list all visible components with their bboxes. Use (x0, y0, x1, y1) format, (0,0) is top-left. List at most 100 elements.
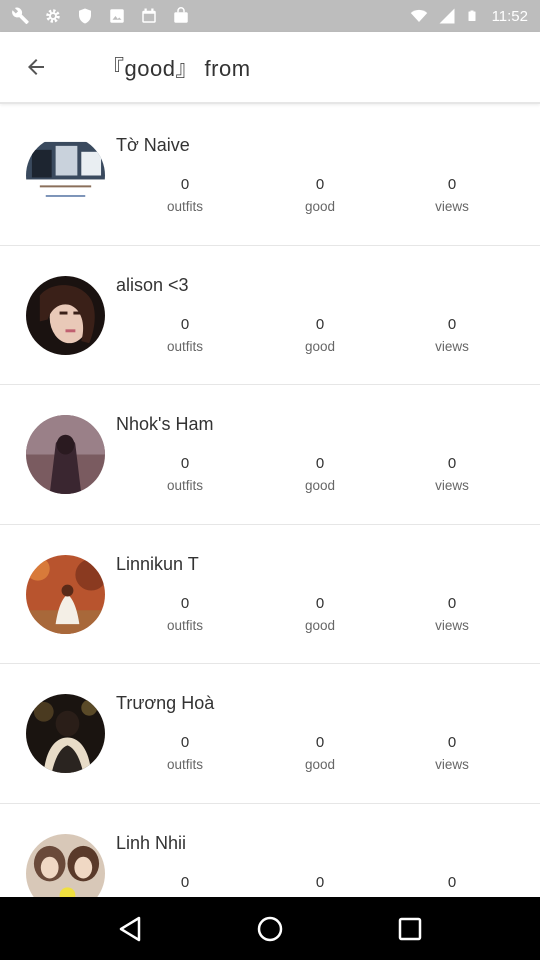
good-count: 0 (315, 315, 325, 333)
user-list: Tờ Naive 0 outfits 0 good 0 views alison <3… (0, 106, 540, 897)
views-stat: 0 views (412, 176, 492, 216)
outfits-stat: 0 outfits (145, 316, 225, 356)
outfits-count: 0 (180, 734, 190, 751)
good-count: 0 (315, 176, 325, 193)
good-stat: 0 (280, 874, 360, 892)
outfits-label: outfits (166, 757, 204, 772)
outfits-count: 0 (180, 594, 190, 612)
avatar-image (26, 415, 105, 494)
user-name[interactable]: alison <3 (116, 275, 189, 296)
outfits-label: outfits (166, 478, 204, 493)
user-list-item[interactable]: Tờ Naive 0 outfits 0 good 0 views (0, 106, 540, 246)
status-time: 11:52 (491, 7, 528, 25)
wrench-icon (12, 7, 29, 25)
avatar-image (26, 694, 105, 773)
views-count: 0 (447, 873, 457, 891)
user-list-item[interactable]: Linh Nhii 0 0 0 (0, 804, 540, 897)
avatar[interactable] (26, 275, 105, 355)
views-stat: 0 views (412, 734, 492, 774)
good-stat: 0 good (280, 595, 360, 635)
shield-icon (79, 8, 91, 24)
views-stat: 0 views (412, 595, 492, 635)
image-icon (110, 9, 124, 23)
back-triangle-icon (119, 916, 141, 941)
user-name[interactable]: Trương Hoà (116, 693, 214, 714)
good-label: good (304, 757, 336, 772)
views-label: views (435, 199, 469, 214)
avatar[interactable] (26, 833, 105, 897)
home-circle-icon (257, 916, 283, 941)
good-label: good (304, 199, 336, 214)
avatar-image (26, 136, 105, 215)
good-stat: 0 good (280, 176, 360, 216)
user-list-item[interactable]: Linnikun T 0 outfits 0 good 0 views (0, 525, 540, 664)
outfits-count: 0 (180, 176, 190, 193)
user-list-item[interactable]: Trương Hoà 0 outfits 0 good 0 views (0, 664, 540, 804)
system-nav-bar (0, 897, 540, 960)
outfits-count: 0 (180, 315, 190, 333)
views-label: views (435, 757, 469, 772)
user-name[interactable]: Nhok's Ham (116, 414, 213, 435)
user-name[interactable]: Linh Nhii (116, 833, 186, 854)
nav-home-button[interactable] (240, 904, 300, 954)
bag-icon (174, 7, 188, 23)
nav-back-button[interactable] (100, 904, 160, 954)
good-stat: 0 good (280, 455, 360, 495)
good-count: 0 (315, 873, 325, 891)
page-title: 『good』 from (102, 56, 251, 81)
user-list-item[interactable]: Nhok's Ham 0 outfits 0 good 0 views (0, 385, 540, 525)
views-count: 0 (447, 315, 457, 333)
user-name[interactable]: Linnikun T (116, 554, 199, 575)
recents-square-icon (398, 917, 422, 940)
good-count: 0 (315, 594, 325, 612)
views-count: 0 (447, 455, 457, 472)
avatar[interactable] (26, 415, 105, 494)
good-count: 0 (315, 455, 325, 472)
nav-recents-button[interactable] (380, 904, 440, 954)
outfits-stat: 0 outfits (145, 176, 225, 216)
signal-icon (439, 8, 455, 24)
outfits-stat: 0 (145, 874, 225, 892)
avatar-image (26, 554, 105, 634)
outfits-count: 0 (180, 873, 190, 891)
views-stat: 0 (412, 874, 492, 892)
user-list-item[interactable]: alison <3 0 outfits 0 good 0 views (0, 246, 540, 385)
views-count: 0 (447, 176, 457, 193)
avatar-image (26, 275, 105, 355)
app-bar: 『good』 from (0, 32, 540, 104)
system-status: 11:52 (410, 7, 528, 25)
outfits-stat: 0 outfits (145, 455, 225, 495)
outfits-label: outfits (166, 617, 204, 633)
calendar-icon (142, 8, 156, 23)
good-label: good (304, 617, 336, 633)
outfits-count: 0 (180, 455, 190, 472)
views-count: 0 (447, 734, 457, 751)
views-count: 0 (447, 594, 457, 612)
arrow-back-icon (28, 59, 44, 75)
status-bar: 11:52 (0, 0, 540, 32)
good-label: good (304, 478, 336, 493)
good-stat: 0 good (280, 316, 360, 356)
back-button[interactable] (0, 31, 72, 103)
good-stat: 0 good (280, 734, 360, 774)
battery-icon (468, 10, 476, 21)
outfits-stat: 0 outfits (145, 734, 225, 774)
views-stat: 0 views (412, 316, 492, 356)
outfits-label: outfits (166, 338, 204, 354)
avatar[interactable] (26, 694, 105, 773)
avatar[interactable] (26, 554, 105, 634)
good-label: good (304, 338, 336, 354)
views-label: views (435, 478, 469, 493)
user-name[interactable]: Tờ Naive (116, 135, 190, 156)
wifi-icon (410, 9, 427, 22)
avatar[interactable] (26, 136, 105, 215)
views-stat: 0 views (412, 455, 492, 495)
gear-icon (46, 9, 60, 23)
views-label: views (435, 617, 469, 633)
outfits-label: outfits (166, 199, 204, 214)
outfits-stat: 0 outfits (145, 595, 225, 635)
notification-icons (12, 7, 410, 25)
avatar-image (26, 833, 105, 897)
good-count: 0 (315, 734, 325, 751)
views-label: views (435, 338, 469, 354)
